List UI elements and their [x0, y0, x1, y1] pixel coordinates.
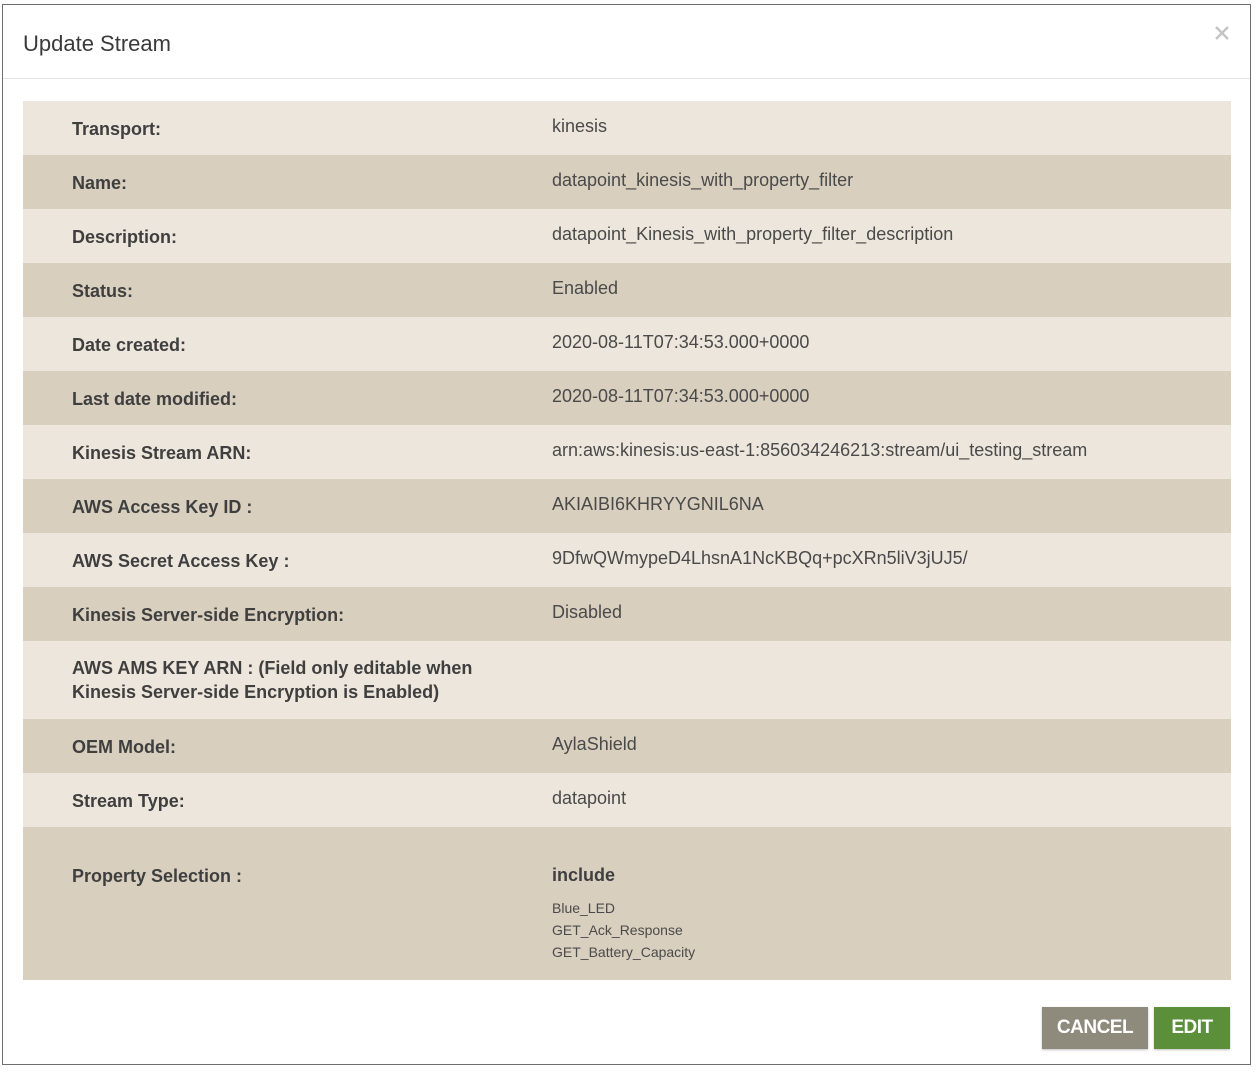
- server-side-encryption-label: Kinesis Server-side Encryption:: [72, 605, 345, 625]
- property-item: Blue_LED: [552, 900, 616, 916]
- last-date-modified-value: 2020-08-11T07:34:53.000+0000: [552, 386, 810, 406]
- status-label: Status:: [72, 281, 134, 301]
- edit-button[interactable]: EDIT: [1154, 1007, 1230, 1049]
- row-last-date-modified: Last date modified: 2020-08-11T07:34:53.…: [23, 371, 1231, 425]
- oem-model-value: AylaShield: [552, 734, 637, 754]
- row-stream-type: Stream Type: datapoint: [23, 773, 1231, 827]
- name-value: datapoint_kinesis_with_property_filter: [552, 170, 854, 190]
- oem-model-label: OEM Model:: [72, 737, 176, 757]
- transport-value: kinesis: [552, 116, 608, 136]
- row-transport: Transport: kinesis: [23, 101, 1231, 155]
- row-property-selection: Property Selection : include Blue_LED GE…: [23, 827, 1231, 980]
- row-date-created: Date created: 2020-08-11T07:34:53.000+00…: [23, 317, 1231, 371]
- row-status: Status: Enabled: [23, 263, 1231, 317]
- row-description: Description: datapoint_Kinesis_with_prop…: [23, 209, 1231, 263]
- kinesis-stream-arn-label: Kinesis Stream ARN:: [72, 443, 252, 463]
- kinesis-stream-arn-value: arn:aws:kinesis:us-east-1:856034246213:s…: [552, 440, 1088, 460]
- name-label: Name:: [72, 173, 128, 193]
- aws-ams-key-arn-label-line1: AWS AMS KEY ARN : (Field only editable w…: [72, 658, 473, 678]
- modal-title: Update Stream: [23, 31, 171, 56]
- close-icon[interactable]: [1212, 23, 1232, 43]
- aws-secret-access-key-value: 9DfwQWmypeD4LhsnA1NcKBQq+pcXRn5liV3jUJ5/: [552, 548, 968, 568]
- stream-type-label: Stream Type:: [72, 791, 185, 811]
- aws-secret-access-key-label: AWS Secret Access Key :: [72, 551, 290, 571]
- property-selection-value: include Blue_LED GET_Ack_Response GET_Ba…: [552, 863, 695, 963]
- row-aws-access-key-id: AWS Access Key ID : AKIAIBI6KHRYYGNIL6NA: [23, 479, 1231, 533]
- row-oem-model: OEM Model: AylaShield: [23, 719, 1231, 773]
- row-aws-ams-key-arn: AWS AMS KEY ARN : (Field only editable w…: [23, 641, 1231, 719]
- row-aws-secret-access-key: AWS Secret Access Key : 9DfwQWmypeD4Lhsn…: [23, 533, 1231, 587]
- modal-header: Update Stream: [3, 5, 1250, 79]
- transport-label: Transport:: [72, 119, 162, 139]
- row-server-side-encryption: Kinesis Server-side Encryption: Disabled: [23, 587, 1231, 641]
- date-created-label: Date created:: [72, 335, 187, 355]
- property-item: GET_Battery_Capacity: [552, 944, 696, 960]
- property-selection-mode: include: [552, 865, 616, 885]
- row-name: Name: datapoint_kinesis_with_property_fi…: [23, 155, 1231, 209]
- status-value: Enabled: [552, 278, 619, 298]
- description-value: datapoint_Kinesis_with_property_filter_d…: [552, 224, 954, 244]
- aws-access-key-id-label: AWS Access Key ID :: [72, 497, 253, 517]
- row-kinesis-stream-arn: Kinesis Stream ARN: arn:aws:kinesis:us-e…: [23, 425, 1231, 479]
- aws-ams-key-arn-label: AWS AMS KEY ARN : (Field only editable w…: [72, 656, 512, 704]
- description-label: Description:: [72, 227, 178, 247]
- property-item: GET_Ack_Response: [552, 922, 683, 938]
- stream-type-value: datapoint: [552, 788, 627, 808]
- cancel-button[interactable]: CANCEL: [1042, 1007, 1148, 1049]
- property-selection-label: Property Selection :: [72, 866, 243, 886]
- last-date-modified-label: Last date modified:: [72, 389, 238, 409]
- date-created-value: 2020-08-11T07:34:53.000+0000: [552, 332, 810, 352]
- property-list: Blue_LED GET_Ack_Response GET_Battery_Ca…: [552, 897, 695, 963]
- server-side-encryption-value: Disabled: [552, 602, 623, 622]
- stream-details-table: Transport: kinesis Name: datapoint_kines…: [23, 101, 1231, 980]
- update-stream-modal: Update Stream Transport: kinesis Name: d…: [2, 4, 1251, 1065]
- aws-access-key-id-value: AKIAIBI6KHRYYGNIL6NA: [552, 494, 764, 514]
- aws-ams-key-arn-label-line2: Kinesis Server-side Encryption is Enable…: [72, 682, 440, 702]
